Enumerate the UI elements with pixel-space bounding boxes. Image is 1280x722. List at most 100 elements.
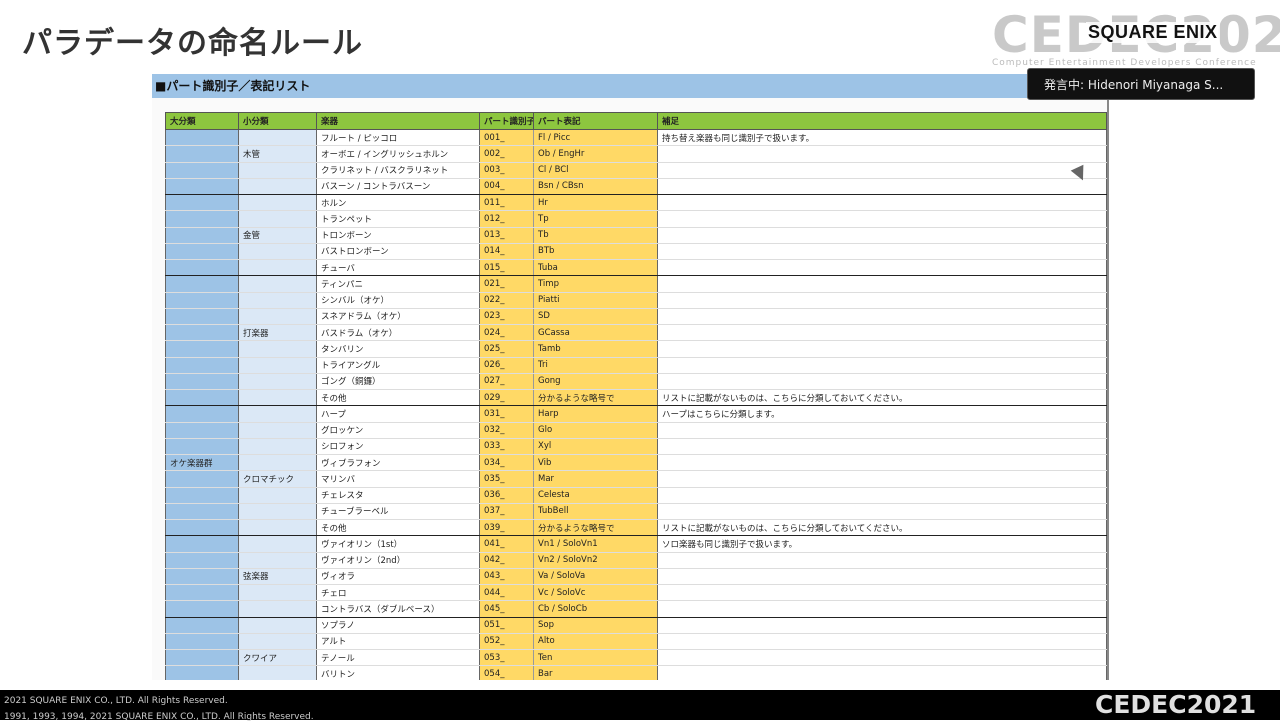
table-cell-c6[interactable] xyxy=(657,373,1107,391)
table-cell-c6[interactable] xyxy=(657,292,1107,309)
table-cell-c1[interactable] xyxy=(165,438,239,456)
table-cell-c2[interactable] xyxy=(238,519,317,537)
table-cell-c4[interactable]: 036_ xyxy=(479,487,534,504)
table-cell-c2[interactable] xyxy=(238,243,317,261)
table-cell-c1[interactable] xyxy=(165,617,239,634)
table-cell-c5[interactable]: BTb xyxy=(533,243,658,261)
table-cell-c2[interactable] xyxy=(238,389,317,407)
table-cell-c3[interactable]: ヴァイオリン（1st） xyxy=(316,535,480,553)
table-cell-c3[interactable]: その他 xyxy=(316,519,480,537)
table-cell-c5[interactable]: Gong xyxy=(533,373,658,391)
table-cell-c4[interactable]: 052_ xyxy=(479,633,534,651)
table-cell-c6[interactable]: リストに記載がないものは、こちらに分類しておいてください。 xyxy=(657,389,1107,407)
table-cell-c1[interactable] xyxy=(165,324,239,342)
table-cell-c4[interactable]: 051_ xyxy=(479,617,534,634)
table-cell-c5[interactable]: Cb / SoloCb xyxy=(533,600,658,618)
table-cell-c6[interactable] xyxy=(657,454,1107,472)
table-cell-c1[interactable] xyxy=(165,259,239,277)
table-cell-c6[interactable] xyxy=(657,649,1107,667)
table-cell-c2[interactable] xyxy=(238,373,317,391)
table-cell-c4[interactable]: 021_ xyxy=(479,275,534,293)
table-cell-c2[interactable] xyxy=(238,600,317,618)
table-cell-c5[interactable]: TubBell xyxy=(533,503,658,521)
table-cell-c2[interactable]: 打楽器 xyxy=(238,324,317,342)
table-cell-c2[interactable]: クワイア xyxy=(238,649,317,667)
table-cell-c2[interactable] xyxy=(238,438,317,456)
table-cell-c2[interactable] xyxy=(238,357,317,374)
table-cell-c2[interactable] xyxy=(238,552,317,569)
table-cell-c3[interactable]: フルート / ピッコロ xyxy=(316,129,480,147)
table-cell-c5[interactable]: Fl / Picc xyxy=(533,129,658,147)
table-cell-c4[interactable]: 002_ xyxy=(479,145,534,163)
table-cell-c5[interactable]: Ten xyxy=(533,649,658,667)
table-cell-c6[interactable] xyxy=(657,243,1107,261)
table-cell-c4[interactable]: 031_ xyxy=(479,405,534,423)
table-cell-c3[interactable]: その他 xyxy=(316,389,480,407)
table-cell-c3[interactable]: シロフォン xyxy=(316,438,480,456)
table-cell-c5[interactable]: Xyl xyxy=(533,438,658,456)
table-cell-c2[interactable] xyxy=(238,405,317,423)
table-cell-c3[interactable]: チェロ xyxy=(316,584,480,602)
table-cell-c3[interactable]: ヴィブラフォン xyxy=(316,454,480,472)
table-cell-c5[interactable]: Harp xyxy=(533,405,658,423)
table-cell-c4[interactable]: 044_ xyxy=(479,584,534,602)
table-cell-c2[interactable] xyxy=(238,162,317,179)
table-cell-c5[interactable]: GCassa xyxy=(533,324,658,342)
table-cell-c1[interactable] xyxy=(165,584,239,602)
table-cell-c4[interactable]: 043_ xyxy=(479,568,534,586)
table-cell-c5[interactable]: Glo xyxy=(533,422,658,439)
table-cell-c6[interactable] xyxy=(657,617,1107,634)
table-cell-c6[interactable] xyxy=(657,162,1107,179)
table-cell-c3[interactable]: ヴァイオリン（2nd） xyxy=(316,552,480,569)
table-cell-c1[interactable] xyxy=(165,487,239,504)
table-cell-c4[interactable]: 026_ xyxy=(479,357,534,374)
table-cell-c6[interactable] xyxy=(657,633,1107,651)
table-cell-c1[interactable] xyxy=(165,275,239,293)
table-cell-c3[interactable]: グロッケン xyxy=(316,422,480,439)
table-cell-c1[interactable] xyxy=(165,470,239,488)
table-cell-c3[interactable]: スネアドラム（オケ） xyxy=(316,308,480,326)
table-cell-c4[interactable]: 015_ xyxy=(479,259,534,277)
table-cell-c4[interactable]: 033_ xyxy=(479,438,534,456)
table-cell-c4[interactable]: 001_ xyxy=(479,129,534,147)
table-cell-c3[interactable]: チェレスタ xyxy=(316,487,480,504)
table-cell-c6[interactable] xyxy=(657,665,1107,680)
table-cell-c5[interactable]: Vc / SoloVc xyxy=(533,584,658,602)
table-cell-c5[interactable]: Ob / EngHr xyxy=(533,145,658,163)
table-cell-c2[interactable] xyxy=(238,584,317,602)
table-cell-c5[interactable]: Tp xyxy=(533,210,658,228)
table-cell-c2[interactable] xyxy=(238,194,317,212)
table-cell-c2[interactable]: 金管 xyxy=(238,227,317,244)
table-cell-c4[interactable]: 039_ xyxy=(479,519,534,537)
table-cell-c5[interactable]: Va / SoloVa xyxy=(533,568,658,586)
table-cell-c1[interactable] xyxy=(165,210,239,228)
table-cell-c4[interactable]: 004_ xyxy=(479,178,534,196)
table-cell-c1[interactable] xyxy=(165,227,239,244)
table-cell-c1[interactable] xyxy=(165,649,239,667)
table-cell-c1[interactable] xyxy=(165,535,239,553)
table-cell-c2[interactable] xyxy=(238,259,317,277)
table-cell-c4[interactable]: 027_ xyxy=(479,373,534,391)
table-cell-c1[interactable] xyxy=(165,552,239,569)
table-cell-c5[interactable]: Bsn / CBsn xyxy=(533,178,658,196)
table-cell-c4[interactable]: 003_ xyxy=(479,162,534,179)
table-cell-c1[interactable] xyxy=(165,194,239,212)
table-cell-c2[interactable] xyxy=(238,633,317,651)
table-cell-c2[interactable] xyxy=(238,129,317,147)
table-cell-c1[interactable] xyxy=(165,422,239,439)
table-cell-c3[interactable]: チューバ xyxy=(316,259,480,277)
table-cell-c6[interactable] xyxy=(657,227,1107,244)
table-cell-c6[interactable] xyxy=(657,275,1107,293)
table-cell-c1[interactable] xyxy=(165,665,239,680)
table-cell-c1[interactable] xyxy=(165,357,239,374)
table-cell-c3[interactable]: ホルン xyxy=(316,194,480,212)
table-cell-c2[interactable]: 弦楽器 xyxy=(238,568,317,586)
table-cell-c5[interactable]: Timp xyxy=(533,275,658,293)
table-cell-c3[interactable]: クラリネット / バスクラリネット xyxy=(316,162,480,179)
table-cell-c5[interactable]: 分かるような略号で xyxy=(533,519,658,537)
table-cell-c4[interactable]: 053_ xyxy=(479,649,534,667)
table-cell-c5[interactable]: Tamb xyxy=(533,340,658,358)
table-cell-c6[interactable] xyxy=(657,470,1107,488)
table-cell-c6[interactable] xyxy=(657,600,1107,618)
table-cell-c2[interactable] xyxy=(238,535,317,553)
